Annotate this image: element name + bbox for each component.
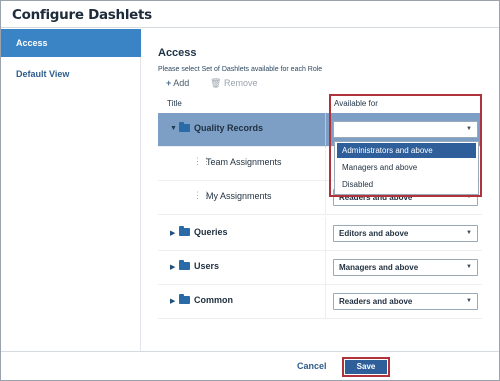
save-button[interactable]: Save [345,360,387,374]
dialog-title: Configure Dashlets [12,7,152,23]
sidebar-item-default-view[interactable]: Default View [1,60,141,88]
dialog: Configure Dashlets Access Default View A… [0,0,500,381]
folder-icon [179,226,190,236]
select-value: Editors and above [339,229,409,238]
column-header-available-for: Available for [334,99,378,108]
folder-icon [179,294,190,304]
available-for-select[interactable]: Editors and above ▼ [333,225,478,242]
chevron-right-icon[interactable]: ▶ [170,263,175,271]
available-for-select[interactable]: Managers and above ▼ [333,259,478,276]
table-row[interactable]: ▶ Common Readers and above ▼ [158,285,482,319]
remove-button[interactable]: 🗑︎ Remove [210,78,257,89]
add-label: Add [173,78,190,88]
dialog-footer: Cancel [1,351,499,380]
dialog-header: Configure Dashlets [1,1,499,28]
column-header-title: Title [167,99,182,108]
dropdown-option-managers[interactable]: Managers and above [337,160,476,175]
sidebar-item-access[interactable]: Access [1,29,141,57]
add-button[interactable]: + Add [166,78,189,88]
row-label: Common [194,295,233,305]
select-value: Managers and above [339,263,419,272]
chevron-down-icon[interactable]: ▼ [170,125,177,132]
select-value: Readers and above [339,297,413,306]
chevron-down-icon: ▼ [466,298,472,304]
folder-icon [179,122,190,132]
available-for-dropdown-menu: Administrators and above Managers and ab… [334,141,479,195]
dropdown-option-administrators[interactable]: Administrators and above [337,143,476,158]
row-label: Quality Records [194,123,264,133]
chevron-down-icon: ▼ [466,230,472,236]
row-label: Users [194,261,220,271]
table-row[interactable]: ▶ Queries Editors and above ▼ [158,217,482,251]
plus-icon: + [166,78,172,88]
chevron-down-icon: ▼ [466,126,472,132]
section-title: Access [158,47,197,59]
remove-label: Remove [223,78,258,88]
folder-icon [179,260,190,270]
dropdown-option-disabled[interactable]: Disabled [337,177,476,192]
chevron-down-icon: ▼ [466,264,472,270]
row-label: My Assignments [206,191,272,201]
section-description: Please select Set of Dashlets available … [158,66,323,73]
row-label: Queries [194,227,228,237]
row-label: Team Assignments [206,157,282,167]
available-for-select[interactable]: ▼ [333,121,478,138]
available-for-select[interactable]: Readers and above ▼ [333,293,478,310]
chevron-right-icon[interactable]: ▶ [170,229,175,237]
table-row[interactable]: ▶ Users Managers and above ▼ [158,251,482,285]
trash-icon: 🗑︎ [210,78,222,88]
cancel-button[interactable]: Cancel [297,361,327,371]
sidebar: Access Default View [1,29,141,351]
chevron-right-icon[interactable]: ▶ [170,297,175,305]
